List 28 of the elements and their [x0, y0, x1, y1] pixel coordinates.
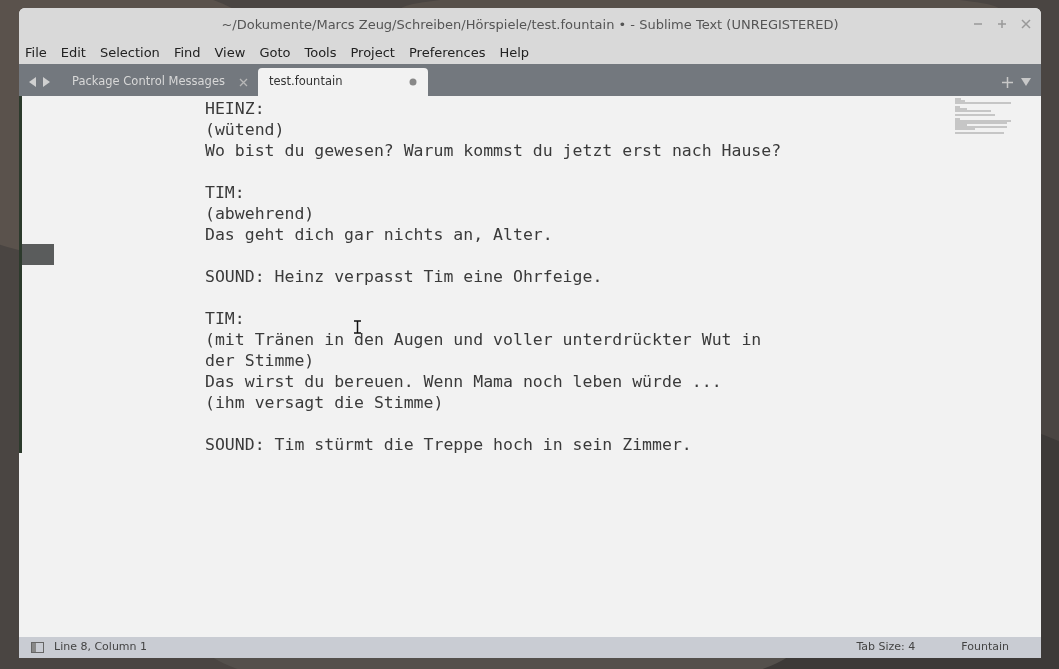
menu-item[interactable]: Preferences [408, 43, 486, 63]
menu-item[interactable]: Tools [304, 43, 337, 63]
script-line: (abwehrend) [205, 203, 315, 224]
cursor-position: Line 8, Column 1 [54, 639, 148, 656]
script-line: (ihm versagt die Stimme) [205, 392, 444, 413]
window-title: ~/Dokumente/Marcs Zeug/Schreiben/Hörspiele/test.fountain • - Sublime Text (UNREGISTERED) [221, 16, 839, 35]
menu-item[interactable]: Selection [99, 43, 160, 63]
script-line: TIM: [205, 308, 245, 329]
script-line: der Stimme) [205, 350, 315, 371]
syntax-name[interactable]: Fountain [961, 639, 1009, 656]
script-line: Das geht dich gar nichts an, Alter. [205, 224, 553, 245]
script-line: (wütend) [205, 119, 285, 140]
menu-item[interactable]: Goto [259, 43, 291, 63]
menu-item[interactable]: File [25, 43, 47, 63]
script-line: SOUND: Heinz verpasst Tim eine Ohrfeige. [205, 266, 603, 287]
script-line: SOUND: Tim stürmt die Treppe hoch in sein Zimmer. [205, 434, 692, 455]
script-line: TIM: [205, 182, 245, 203]
script-line: HEINZ: [205, 98, 265, 119]
tab-size[interactable]: Tab Size: 4 [856, 639, 916, 656]
script-line: Das wirst du bereuen. Wenn Mama noch leben würde ... [205, 371, 722, 392]
menu-item[interactable]: Find [173, 43, 201, 63]
menu-item[interactable]: Edit [60, 43, 86, 63]
menu-item[interactable]: Help [499, 43, 530, 63]
script-line: Wo bist du gewesen? Warum kommst du jetzt erst nach Hause? [205, 140, 782, 161]
script-line: (mit Tränen in den Augen und voller unterdrückter Wut in [205, 329, 762, 350]
menu-item[interactable]: Project [350, 43, 395, 63]
menu-item[interactable]: View [214, 43, 246, 63]
tab[interactable]: test.fountain [258, 68, 428, 96]
